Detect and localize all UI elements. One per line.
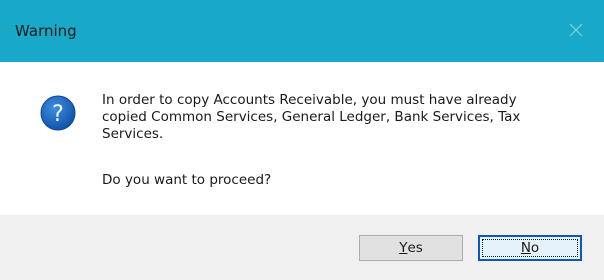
dialog-content: ? In order to copy Accounts Receivable, … [0,62,604,215]
svg-text:?: ? [52,102,64,127]
no-button[interactable]: No [478,235,582,261]
yes-accelerator: Y [399,240,408,256]
message-text: In order to copy Accounts Receivable, yo… [102,92,521,142]
question-text: Do you want to proceed? [102,172,272,188]
window-title: Warning [15,22,77,40]
focus-ring [482,239,578,257]
yes-button[interactable]: Yes [359,235,463,261]
yes-label-rest: es [407,240,423,256]
button-bar: Yes No [0,215,604,280]
warning-dialog: Warning ? In order to copy Accounts Rece… [0,0,604,280]
title-bar[interactable]: Warning [0,0,604,62]
question-icon: ? [40,95,76,131]
close-icon [569,23,583,37]
close-button[interactable] [558,14,604,48]
